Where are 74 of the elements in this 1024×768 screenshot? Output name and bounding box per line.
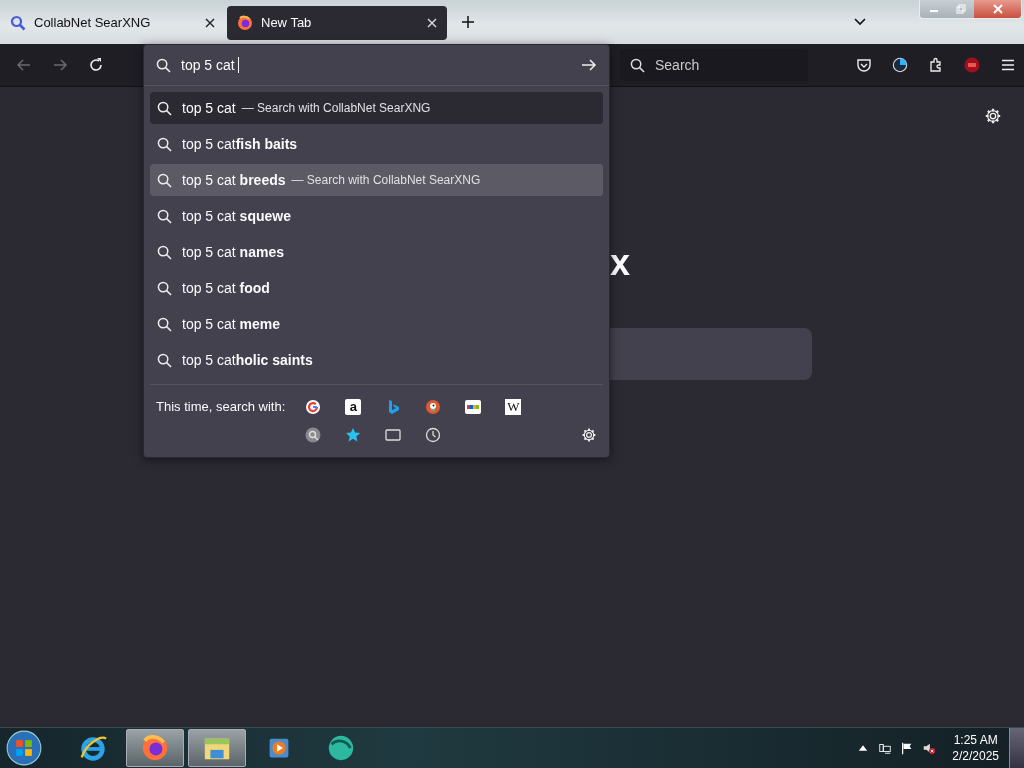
star-icon[interactable]: [345, 427, 362, 443]
network-icon[interactable]: [878, 741, 893, 755]
search-icon: [157, 352, 172, 368]
go-arrow-icon[interactable]: [581, 57, 597, 73]
settings-icon[interactable]: [984, 107, 1002, 125]
progress-ring-icon[interactable]: [892, 57, 908, 73]
suggestion-item[interactable]: top 5 cat breeds — Search with CollabNet SearXNG: [150, 164, 603, 196]
address-field[interactable]: top 5 cat: [181, 57, 571, 73]
search-icon: [630, 57, 645, 73]
taskbar-button[interactable]: [126, 729, 184, 767]
firefox-icon: [237, 14, 253, 31]
suggestion-text: top 5 cat meme: [182, 316, 281, 332]
firefox-icon: [140, 733, 170, 763]
show-desktop-button[interactable]: [1009, 728, 1024, 768]
clock-date: 2/2/2025: [952, 748, 999, 764]
suggestion-text: top 5 catholic saints: [182, 352, 313, 368]
suggestion-item[interactable]: top 5 cat food: [150, 272, 603, 304]
suggestion-text: top 5 cat squewe: [182, 208, 291, 224]
forward-icon[interactable]: [52, 57, 68, 73]
shield-icon[interactable]: [964, 57, 980, 73]
search-icon: [157, 136, 172, 152]
menu-icon[interactable]: [1000, 57, 1016, 73]
search-icon: [156, 57, 171, 73]
search-icon: [157, 208, 172, 224]
start-button[interactable]: [6, 730, 42, 766]
search-input[interactable]: Search: [653, 56, 797, 74]
google-icon[interactable]: [305, 399, 322, 415]
search-field[interactable]: Search: [620, 49, 808, 81]
suggestion-text: top 5 cat food: [182, 280, 270, 296]
search-engine-icon[interactable]: [305, 427, 322, 443]
page-heading: x: [610, 243, 631, 283]
reload-icon[interactable]: [88, 57, 104, 73]
close-icon: [992, 4, 1003, 14]
suggestion-item[interactable]: top 5 cat names: [150, 236, 603, 268]
suggestion-item[interactable]: top 5 cat meme: [150, 308, 603, 340]
globe-icon: [326, 733, 356, 763]
suggestion-text: top 5 catfish baits: [182, 136, 298, 152]
close-icon[interactable]: [205, 17, 215, 28]
clock-time: 1:25 AM: [953, 732, 998, 748]
suggestion-text: top 5 cat: [182, 100, 236, 116]
search-icon: [157, 100, 172, 116]
taskbar-button[interactable]: [188, 729, 246, 767]
settings-icon[interactable]: [581, 427, 597, 443]
puzzle-icon[interactable]: [928, 57, 944, 73]
suggestion-action: — Search with CollabNet SearXNG: [291, 173, 481, 187]
amazon-icon[interactable]: a: [345, 399, 362, 415]
search-icon: [157, 280, 172, 296]
suggestion-text: top 5 cat names: [182, 244, 284, 260]
new-tab-icon[interactable]: [462, 16, 474, 28]
clock-icon[interactable]: [425, 427, 442, 443]
back-icon[interactable]: [16, 57, 32, 73]
wikipedia-icon[interactable]: W: [505, 399, 522, 415]
search-icon: [10, 14, 26, 31]
tab-icon[interactable]: [385, 427, 402, 443]
browser-e-icon: [78, 733, 108, 763]
tab-list-icon[interactable]: [854, 18, 866, 26]
duck-icon[interactable]: [425, 399, 442, 415]
pocket-icon[interactable]: [856, 57, 872, 73]
suggestion-item[interactable]: top 5 cat — Search with CollabNet SearXNG: [150, 92, 603, 124]
search-icon: [157, 172, 172, 188]
speaker-muted-icon[interactable]: [922, 741, 937, 755]
close-button[interactable]: [974, 0, 1021, 18]
restore-icon: [955, 4, 966, 14]
suggestion-text: top 5 cat breeds: [182, 172, 286, 188]
search-with-label: This time, search with:: [156, 399, 286, 416]
search-icon: [157, 244, 172, 260]
ebay-icon[interactable]: [465, 399, 482, 415]
suggestion-action: — Search with CollabNet SearXNG: [241, 101, 431, 115]
suggestion-item[interactable]: top 5 catfish baits: [150, 128, 603, 160]
suggestion-item[interactable]: top 5 catholic saints: [150, 344, 603, 376]
search-icon: [157, 316, 172, 332]
browser-tab[interactable]: CollabNet SearXNG: [0, 5, 225, 40]
browser-tab[interactable]: New Tab: [227, 5, 447, 40]
suggestion-item[interactable]: top 5 cat squewe: [150, 200, 603, 232]
